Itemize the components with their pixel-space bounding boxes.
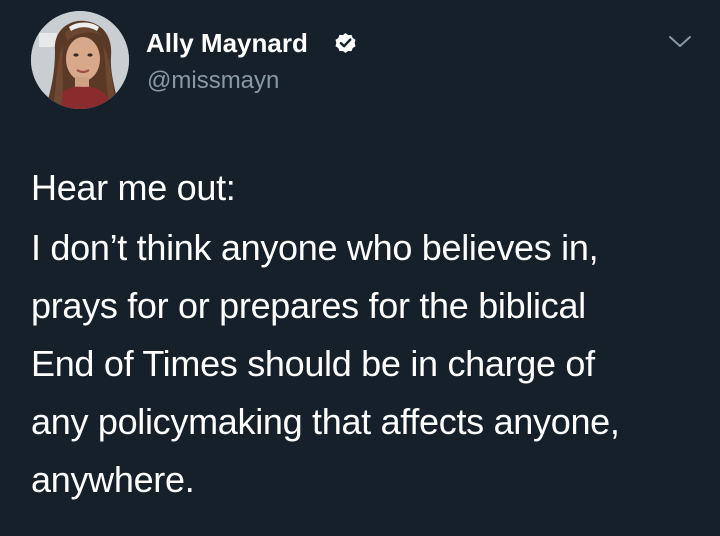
verified-badge-icon xyxy=(335,33,356,53)
tweet-body: Hear me out: I don’t think anyone who be… xyxy=(31,159,701,509)
author-handle[interactable]: @missmayn xyxy=(147,66,279,96)
author-display-name[interactable]: Ally Maynard xyxy=(146,27,308,59)
avatar-image xyxy=(31,11,129,109)
chevron-down-icon[interactable] xyxy=(667,33,693,51)
tweet-card: Ally Maynard @missmayn Hear me out: I do… xyxy=(0,0,720,536)
tweet-text-intro: Hear me out: xyxy=(31,167,236,208)
tweet-text-body: I don’t think anyone who believes in, pr… xyxy=(31,227,620,500)
author-avatar[interactable] xyxy=(31,11,129,109)
